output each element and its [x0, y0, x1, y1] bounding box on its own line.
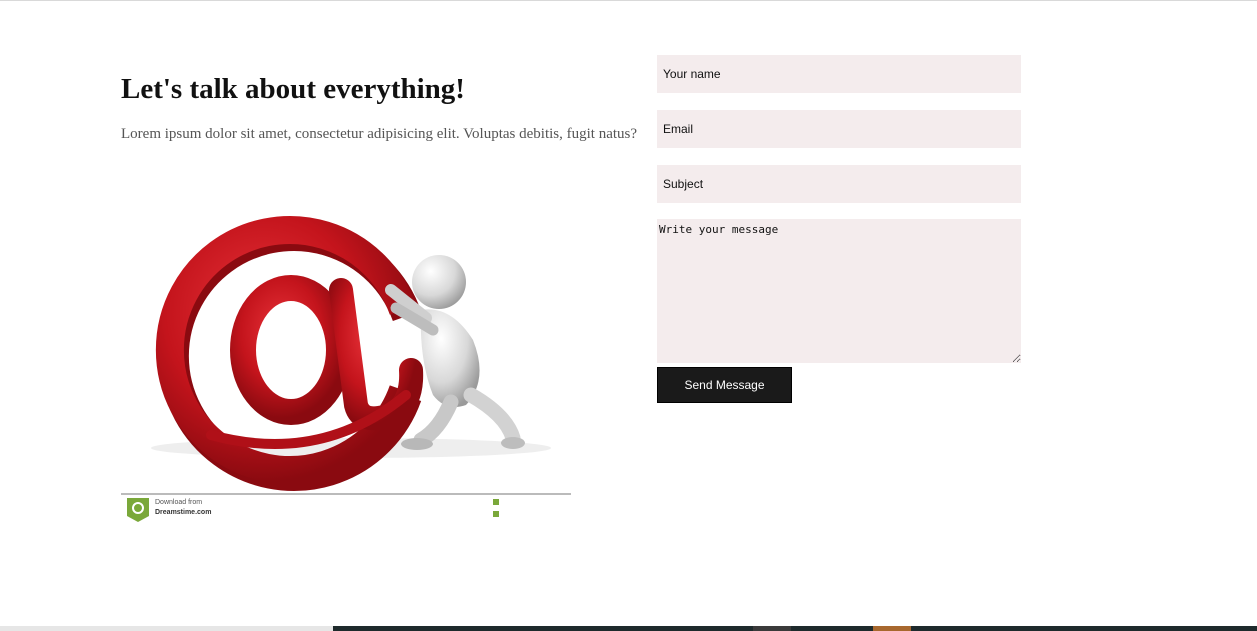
footer-segment	[911, 626, 1257, 631]
top-divider	[0, 0, 1257, 1]
footer-segment	[0, 626, 333, 631]
footer-segment	[753, 626, 791, 631]
message-field[interactable]	[657, 219, 1021, 363]
footer-strip	[0, 626, 1257, 631]
watermark-label: Download from	[155, 499, 202, 506]
watermark-badge-icon	[493, 499, 499, 505]
footer-segment	[333, 626, 753, 631]
footer-segment	[791, 626, 873, 631]
watermark-logo-icon	[127, 498, 149, 522]
send-message-button[interactable]: Send Message	[657, 367, 792, 403]
subject-field[interactable]	[657, 165, 1021, 203]
page-title: Let's talk about everything!	[121, 73, 465, 105]
watermark-site: Dreamstime.com	[155, 509, 211, 516]
footer-segment	[873, 626, 911, 631]
name-field[interactable]	[657, 55, 1021, 93]
watermark-badge-icon	[493, 511, 499, 517]
at-sign-icon	[155, 216, 424, 491]
intro-text: Lorem ipsum dolor sit amet, consectetur …	[121, 126, 638, 142]
email-illustration: Download from Dreamstime.com	[121, 216, 571, 522]
email-field[interactable]	[657, 110, 1021, 148]
